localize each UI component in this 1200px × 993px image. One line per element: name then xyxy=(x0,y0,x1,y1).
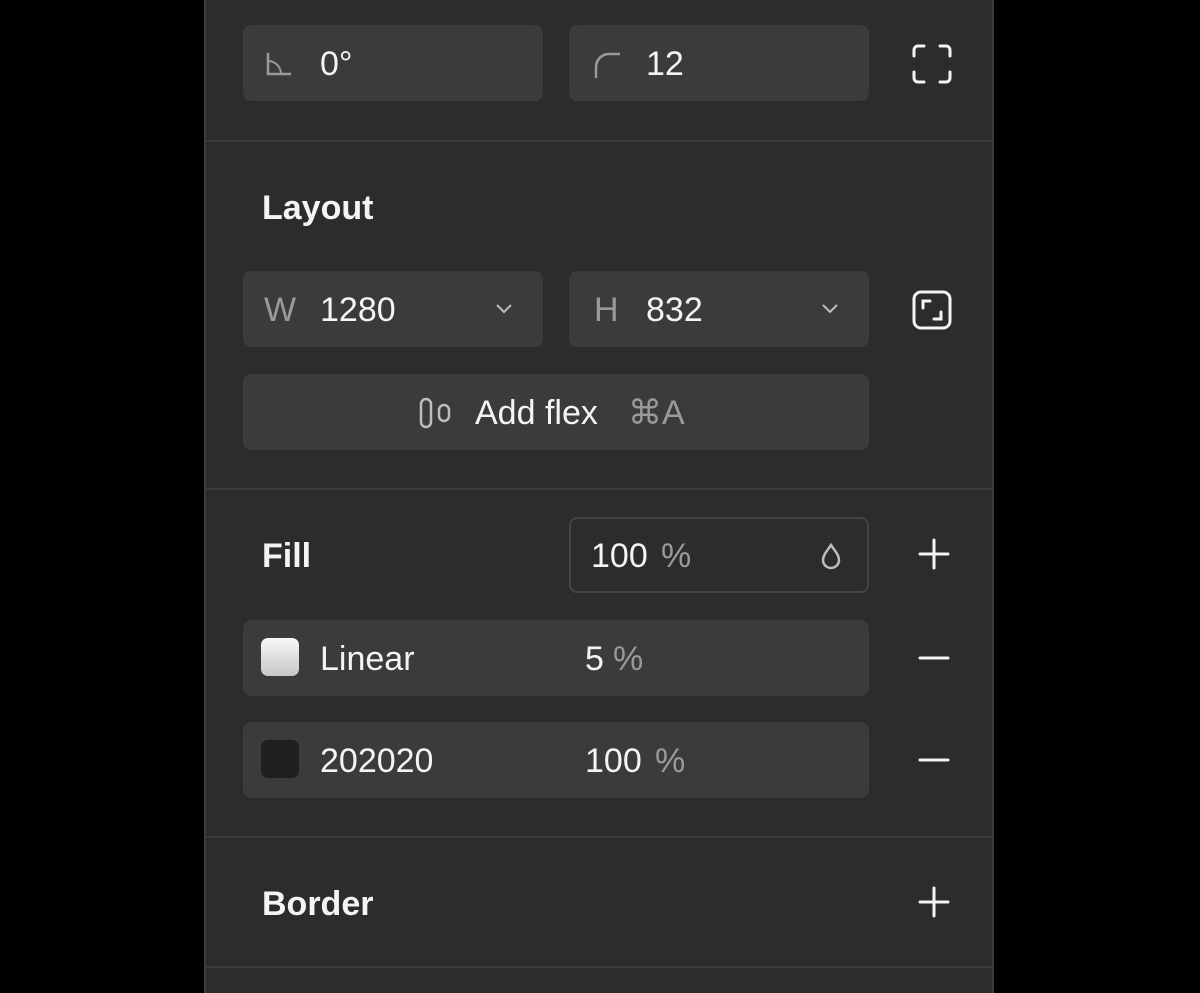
fill-swatch[interactable] xyxy=(261,638,299,676)
rotation-field[interactable]: 0° xyxy=(243,25,543,101)
chevron-down-icon[interactable] xyxy=(495,303,513,315)
independent-corners-button[interactable] xyxy=(906,40,958,88)
fill-swatch[interactable] xyxy=(261,740,299,778)
minus-icon xyxy=(918,642,950,674)
plus-icon xyxy=(918,886,950,918)
height-prefix: H xyxy=(594,291,619,329)
fill-layer-name[interactable]: Linear xyxy=(320,642,415,676)
properties-panel: 0° 12 Layout W 1280 H 832 Add flex ⌘A Fi… xyxy=(204,0,994,993)
fill-layer-unit: % xyxy=(655,742,686,780)
section-divider xyxy=(206,140,992,142)
fill-layer-unit: % xyxy=(613,640,644,678)
width-field[interactable]: W 1280 xyxy=(243,271,543,347)
plus-icon xyxy=(918,538,950,570)
minus-icon xyxy=(918,744,950,776)
corner-radius-value: 12 xyxy=(646,45,684,83)
fill-layer-opacity[interactable]: 5 xyxy=(585,642,604,676)
independent-corners-icon xyxy=(912,44,952,84)
fill-opacity-value: 100 xyxy=(591,537,648,575)
fill-layer-opacity[interactable]: 100 xyxy=(585,744,642,778)
height-value: 832 xyxy=(646,291,703,329)
section-divider xyxy=(206,488,992,490)
section-divider xyxy=(206,966,992,968)
resize-to-fit-icon xyxy=(912,290,952,330)
rotation-value: 0° xyxy=(320,45,353,83)
flex-layout-icon xyxy=(419,397,453,429)
rotation-icon xyxy=(265,51,293,77)
remove-fill-button[interactable] xyxy=(914,740,954,780)
resize-to-fit-button[interactable] xyxy=(910,288,954,332)
width-value: 1280 xyxy=(320,291,396,329)
fill-layer-name[interactable]: 202020 xyxy=(320,744,433,778)
fill-layer-row[interactable]: Linear 5 % xyxy=(243,620,869,696)
border-section-title: Border xyxy=(262,885,374,923)
opacity-drop-icon xyxy=(820,543,842,571)
width-prefix: W xyxy=(264,291,297,329)
section-divider xyxy=(206,836,992,838)
corner-radius-field[interactable]: 12 xyxy=(569,25,869,101)
height-field[interactable]: H 832 xyxy=(569,271,869,347)
add-flex-button[interactable]: Add flex ⌘A xyxy=(243,374,869,450)
add-flex-shortcut: ⌘A xyxy=(628,394,685,432)
fill-section-title: Fill xyxy=(262,537,312,575)
layout-section-title: Layout xyxy=(262,189,374,227)
add-flex-label: Add flex xyxy=(475,394,598,432)
fill-opacity-field[interactable]: 100 % xyxy=(569,517,869,593)
fill-layer-row[interactable]: 202020 100 % xyxy=(243,722,869,798)
add-fill-button[interactable] xyxy=(914,534,954,574)
corner-radius-icon xyxy=(593,51,621,79)
chevron-down-icon[interactable] xyxy=(821,303,839,315)
remove-fill-button[interactable] xyxy=(914,638,954,678)
add-border-button[interactable] xyxy=(914,882,954,922)
fill-opacity-unit: % xyxy=(661,537,692,575)
